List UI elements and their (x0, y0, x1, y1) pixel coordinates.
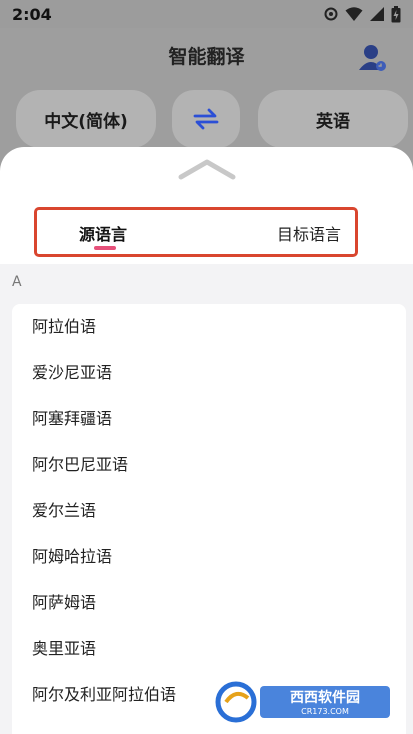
wifi-icon (345, 7, 363, 21)
swap-arrows-icon (193, 108, 219, 130)
battery-icon (391, 5, 401, 22)
language-list-area[interactable]: A 阿拉伯语 爱沙尼亚语 阿塞拜疆语 阿尔巴尼亚语 爱尔兰语 阿姆哈拉语 阿萨姆… (0, 264, 413, 734)
status-bar: 2:04 (0, 0, 413, 28)
settings-gear-icon (324, 7, 338, 21)
language-list: 阿拉伯语 爱沙尼亚语 阿塞拜疆语 阿尔巴尼亚语 爱尔兰语 阿姆哈拉语 阿萨姆语 … (12, 304, 406, 734)
signal-icon (370, 7, 384, 21)
language-tabs: 源语言 目标语言 (34, 207, 358, 257)
language-list-item[interactable]: 阿萨姆语 (12, 580, 406, 626)
app-title: 智能翻译 (168, 46, 245, 68)
section-header-a: A (12, 274, 22, 290)
language-selector-row: 中文(简体) 英语 (0, 90, 413, 150)
chevron-up-icon[interactable] (177, 157, 237, 181)
target-language-button[interactable]: 英语 (258, 90, 408, 148)
language-list-item[interactable]: 奥里亚语 (12, 626, 406, 672)
language-picker-sheet: 源语言 目标语言 A 阿拉伯语 爱沙尼亚语 阿塞拜疆语 阿尔巴尼亚语 爱尔兰语 … (0, 147, 413, 734)
watermark-logo: 西西软件园 CR173.COM (215, 681, 390, 723)
source-language-label: 中文(简体) (44, 111, 128, 132)
status-icons (323, 5, 401, 23)
language-list-item[interactable]: 阿塞拜疆语 (12, 396, 406, 442)
language-list-item[interactable]: 爱沙尼亚语 (12, 350, 406, 396)
status-time: 2:04 (12, 4, 52, 24)
watermark-url: CR173.COM (301, 707, 349, 716)
watermark-brand: 西西软件园 (290, 689, 360, 706)
language-list-item[interactable]: 阿姆哈拉语 (12, 534, 406, 580)
swap-languages-button[interactable] (172, 90, 240, 148)
language-list-item[interactable]: 爱尔兰语 (12, 488, 406, 534)
source-language-button[interactable]: 中文(简体) (16, 90, 156, 148)
target-language-label: 英语 (316, 111, 350, 132)
language-list-item[interactable]: 阿拉伯语 (12, 304, 406, 350)
active-tab-indicator (94, 246, 116, 250)
language-list-item[interactable]: 阿尔巴尼亚语 (12, 442, 406, 488)
tab-source-language[interactable]: 源语言 (79, 221, 127, 245)
tab-target-language[interactable]: 目标语言 (277, 221, 341, 245)
user-profile-icon[interactable] (357, 42, 389, 74)
